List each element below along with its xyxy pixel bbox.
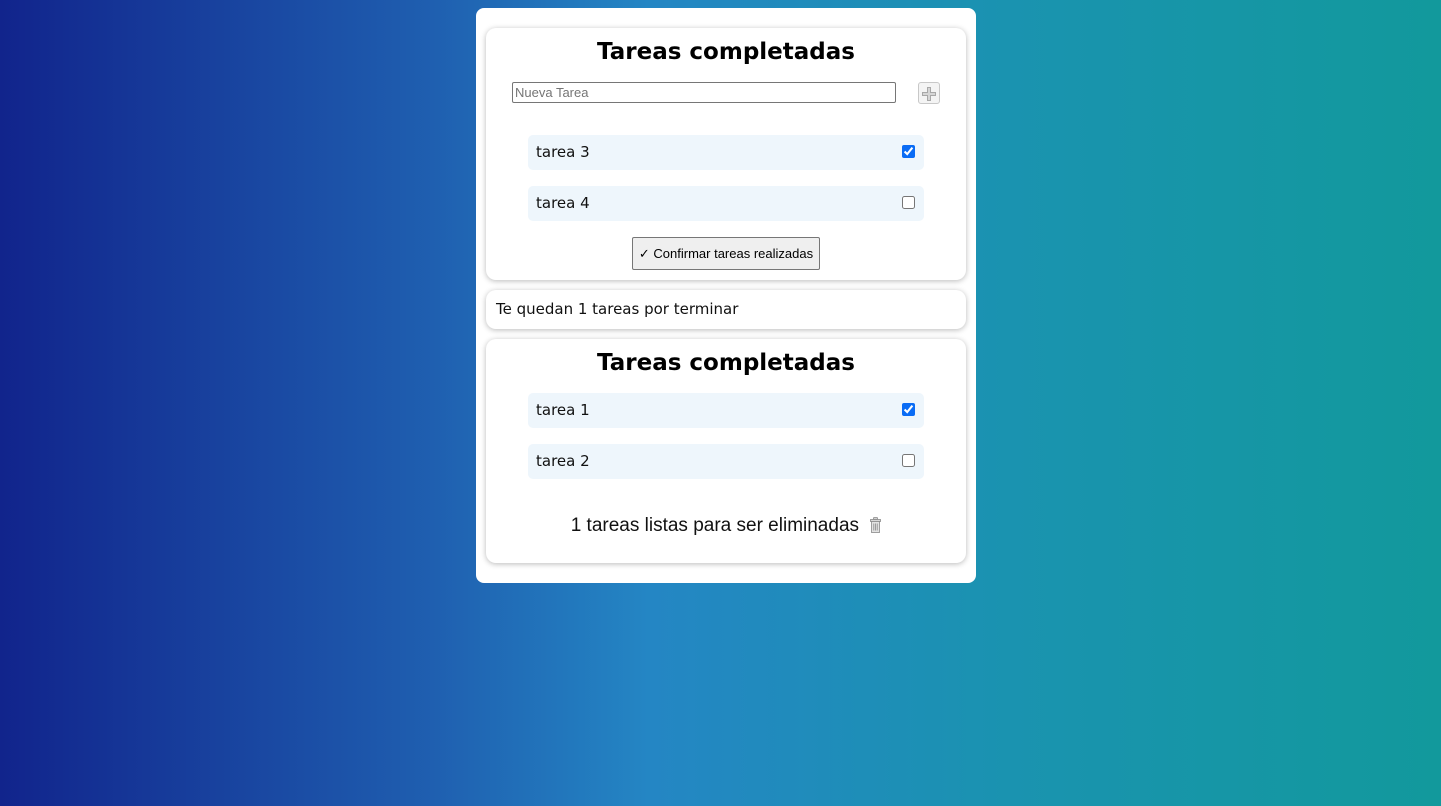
task-label: tarea 2 bbox=[536, 452, 590, 470]
task-checkbox-tarea-3[interactable] bbox=[902, 145, 915, 158]
task-row-tarea-4: tarea 4 bbox=[528, 186, 924, 221]
task-checkbox-tarea-4[interactable] bbox=[902, 196, 915, 209]
task-checkbox-tarea-2[interactable] bbox=[902, 454, 915, 467]
task-checkbox-tarea-1[interactable] bbox=[902, 403, 915, 416]
completed-tasks-card: Tareas completadas tarea 1 tarea 2 1 tar… bbox=[486, 339, 966, 563]
confirm-tasks-button[interactable]: ✓ Confirmar tareas realizadas bbox=[632, 237, 820, 270]
pending-card-title: Tareas completadas bbox=[597, 39, 855, 65]
new-task-input[interactable] bbox=[512, 82, 896, 103]
task-label: tarea 3 bbox=[536, 143, 590, 161]
completed-card-title: Tareas completadas bbox=[597, 350, 855, 376]
task-row-tarea-1: tarea 1 bbox=[528, 393, 924, 428]
plus-icon bbox=[922, 87, 936, 101]
add-task-button[interactable] bbox=[918, 82, 940, 104]
remaining-tasks-card: Te quedan 1 tareas por terminar bbox=[486, 290, 966, 329]
trash-icon[interactable] bbox=[870, 517, 882, 539]
pending-tasks-card: Tareas completadas tarea 3 tarea 4 ✓ Con… bbox=[486, 28, 966, 280]
delete-summary-text: 1 tareas listas para ser eliminadas bbox=[570, 515, 860, 536]
task-row-tarea-2: tarea 2 bbox=[528, 444, 924, 479]
task-label: tarea 4 bbox=[536, 194, 590, 212]
remaining-tasks-text: Te quedan 1 tareas por terminar bbox=[496, 300, 739, 318]
delete-summary: 1 tareas listas para ser eliminadas bbox=[486, 515, 966, 539]
task-label: tarea 1 bbox=[536, 401, 590, 419]
task-row-tarea-3: tarea 3 bbox=[528, 135, 924, 170]
app-container: Tareas completadas tarea 3 tarea 4 ✓ Con… bbox=[476, 8, 976, 583]
